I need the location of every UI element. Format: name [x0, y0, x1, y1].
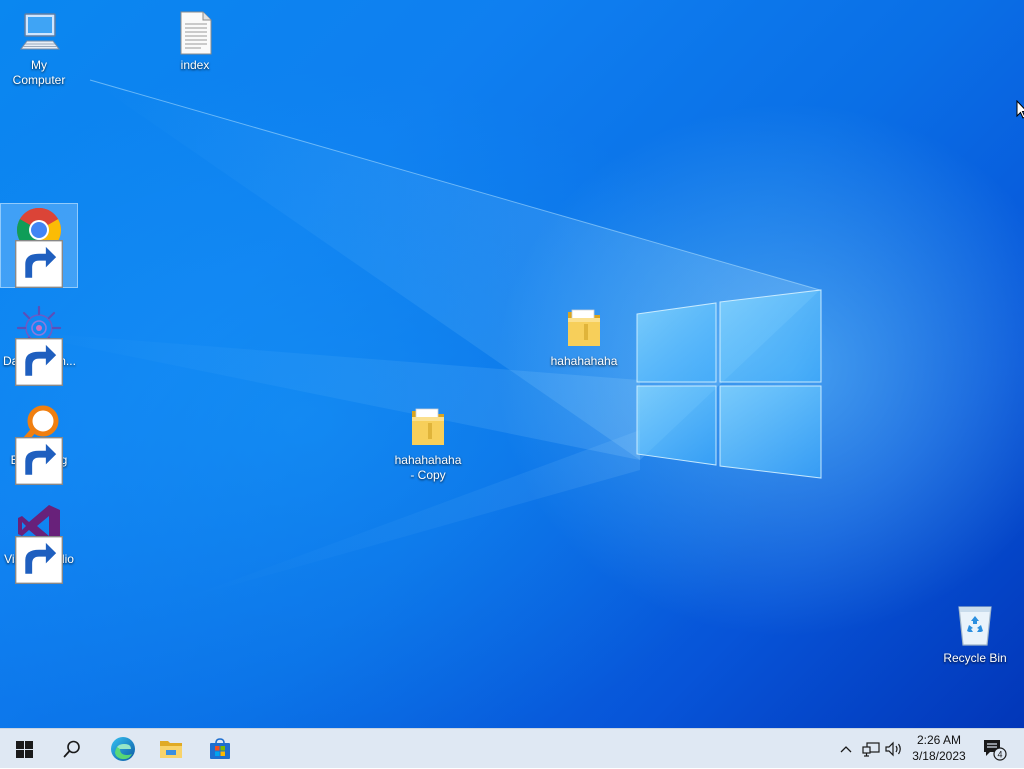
desktop-icon-visual-studio[interactable]: Visual Studio 2015 [1, 500, 77, 585]
desktop-icon-recycle-bin[interactable]: Recycle Bin [937, 599, 1013, 669]
search-icon [63, 740, 80, 758]
action-center-button[interactable]: 4 [978, 729, 1010, 769]
start-button[interactable] [0, 729, 48, 769]
taskbar-edge[interactable] [99, 729, 147, 769]
text-document-icon [171, 8, 219, 56]
everything-search-icon [15, 403, 63, 485]
edge-icon [111, 737, 135, 761]
clock-date: 3/18/2023 [912, 749, 966, 763]
show-hidden-icons-button[interactable] [836, 729, 856, 769]
folder-icon [560, 304, 608, 352]
notification-icon: 4 [984, 740, 1007, 761]
folder-icon [404, 403, 452, 451]
desktop-icon-label: My Computer [12, 58, 66, 87]
desktop-icon-label: hahahahaha [550, 354, 618, 368]
shortcut-arrow-icon [15, 240, 63, 288]
desktop-icon-folder-hahahahaha-copy[interactable]: hahahahaha - Copy [390, 401, 466, 486]
network-icon [862, 742, 880, 757]
mouse-cursor [1016, 100, 1024, 119]
file-explorer-icon [160, 741, 182, 758]
shortcut-arrow-icon [15, 338, 63, 386]
desktop-icon-label: Recycle Bin [943, 651, 1007, 665]
desktop-icon-folder-hahahahaha[interactable]: hahahahaha [546, 302, 622, 372]
desktop-icon-index[interactable]: index [157, 6, 233, 76]
search-button[interactable] [48, 729, 96, 769]
taskbar-clock[interactable]: 2:26 AM 3/18/2023 [900, 732, 978, 764]
windows-start-icon [15, 740, 33, 758]
desktop-icon-label: hahahahaha - Copy [394, 453, 462, 482]
desktop[interactable]: My Computer index hahahahaha hahahahaha … [0, 0, 1024, 728]
shortcut-arrow-icon [15, 536, 63, 584]
taskbar: 2:26 AM 3/18/2023 4 [0, 728, 1024, 768]
network-button[interactable] [860, 729, 882, 769]
wallpaper [0, 79, 822, 600]
desktop-icon-datawagon[interactable]: DataWagon... [1, 302, 77, 386]
datawagon-icon [15, 304, 63, 386]
desktop-icon-everything[interactable]: Everything [1, 401, 77, 485]
shortcut-arrow-icon [15, 437, 63, 485]
computer-icon [15, 8, 63, 56]
clock-time: 2:26 AM [916, 733, 962, 747]
desktop-icon-label: index [180, 58, 210, 72]
notification-count: 4 [997, 750, 1002, 760]
taskbar-file-explorer[interactable] [147, 729, 195, 769]
recycle-bin-icon [951, 601, 999, 649]
store-icon [210, 738, 230, 759]
chevron-up-icon [840, 746, 852, 753]
desktop-icon-my-computer[interactable]: My Computer [1, 6, 77, 91]
taskbar-store[interactable] [196, 729, 244, 769]
visual-studio-icon [15, 502, 63, 584]
desktop-icon-google-chrome[interactable]: Google Chrome [0, 203, 78, 288]
chrome-icon [15, 206, 63, 288]
